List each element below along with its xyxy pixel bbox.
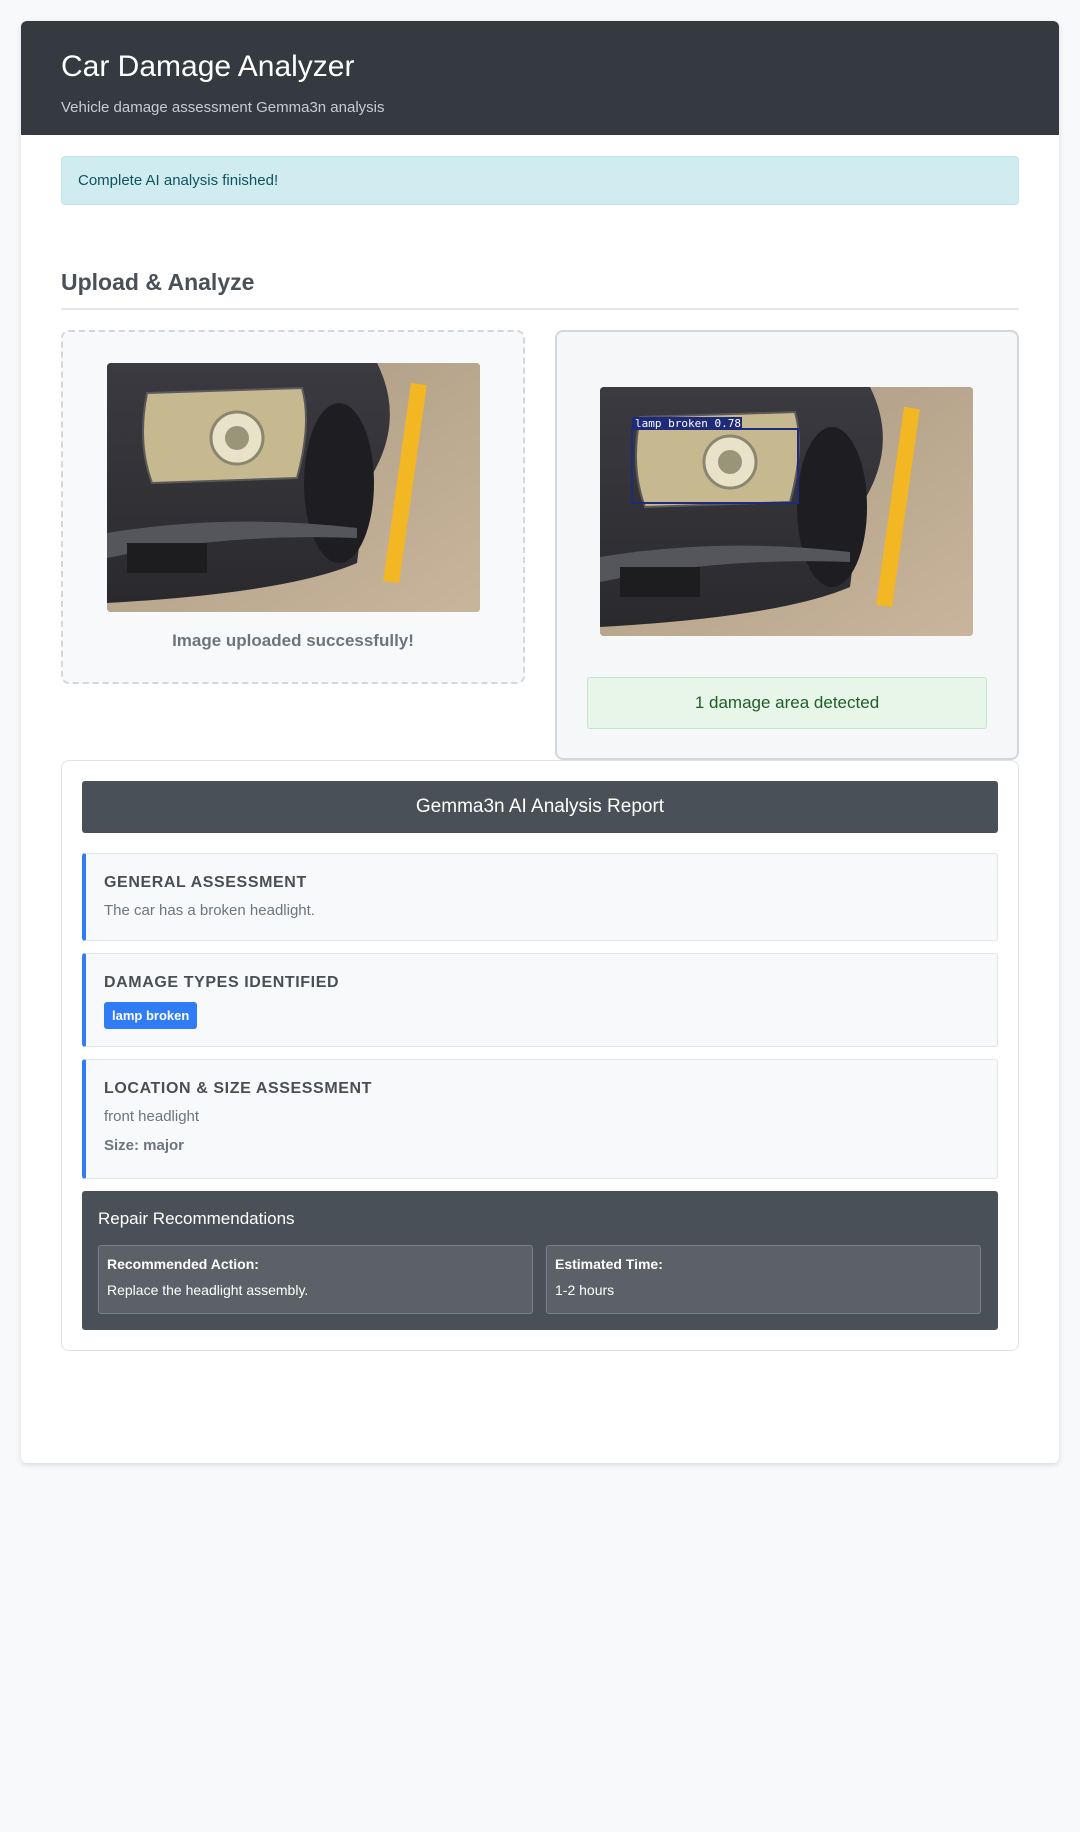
detection-label: lamp broken 0.78 xyxy=(635,417,741,430)
car-photo xyxy=(107,363,480,612)
general-assessment-heading: GENERAL ASSESSMENT xyxy=(104,874,307,891)
damage-types-card: DAMAGE TYPES IDENTIFIED lamp broken xyxy=(82,953,998,1047)
estimated-time-value: 1-2 hours xyxy=(555,1282,615,1298)
annotated-image: lamp broken 0.78 xyxy=(600,387,973,636)
general-assessment-text: The car has a broken headlight. xyxy=(104,902,315,919)
section-title: Upload & Analyze xyxy=(61,269,1019,310)
detection-summary: 1 damage area detected xyxy=(587,677,987,729)
location-text: front headlight xyxy=(104,1108,200,1125)
status-alert: Complete AI analysis finished! xyxy=(61,156,1019,205)
repair-recommendations: Repair Recommendations Recommended Actio… xyxy=(82,1191,998,1330)
main-content: Complete AI analysis finished! Upload & … xyxy=(21,156,1059,1351)
general-assessment-card: GENERAL ASSESSMENT The car has a broken … xyxy=(82,853,998,941)
report-title: Gemma3n AI Analysis Report xyxy=(82,781,998,833)
app-title: Car Damage Analyzer xyxy=(61,50,355,83)
uploaded-image xyxy=(107,363,480,612)
location-size-heading: LOCATION & SIZE ASSESSMENT xyxy=(104,1080,373,1097)
estimated-time-box: Estimated Time: 1-2 hours xyxy=(546,1245,981,1314)
location-size-card: LOCATION & SIZE ASSESSMENT front headlig… xyxy=(82,1059,998,1179)
analysis-report: Gemma3n AI Analysis Report GENERAL ASSES… xyxy=(61,760,1019,1351)
car-photo-annotated: lamp broken 0.78 xyxy=(600,387,973,636)
app-container: Car Damage Analyzer Vehicle damage asses… xyxy=(21,21,1059,1463)
size-text: Size: major xyxy=(104,1137,185,1154)
recommended-action-label: Recommended Action: xyxy=(107,1256,259,1272)
app-subtitle: Vehicle damage assessment Gemma3n analys… xyxy=(61,99,385,116)
damage-type-tag: lamp broken xyxy=(104,1002,198,1029)
upload-status: Image uploaded successfully! xyxy=(172,631,414,650)
repair-heading: Repair Recommendations xyxy=(98,1209,295,1228)
estimated-time-label: Estimated Time: xyxy=(555,1256,663,1272)
recommended-action-value: Replace the headlight assembly. xyxy=(107,1282,309,1298)
damage-types-heading: DAMAGE TYPES IDENTIFIED xyxy=(104,974,340,991)
analysis-result-panel: lamp broken 0.78 1 damage area detected xyxy=(555,330,1019,760)
upload-grid: Image uploaded successfully! lamp broken… xyxy=(61,330,1019,760)
upload-dropzone[interactable]: Image uploaded successfully! xyxy=(61,330,525,684)
recommended-action-box: Recommended Action: Replace the headligh… xyxy=(98,1245,533,1314)
app-header: Car Damage Analyzer Vehicle damage asses… xyxy=(21,21,1059,135)
